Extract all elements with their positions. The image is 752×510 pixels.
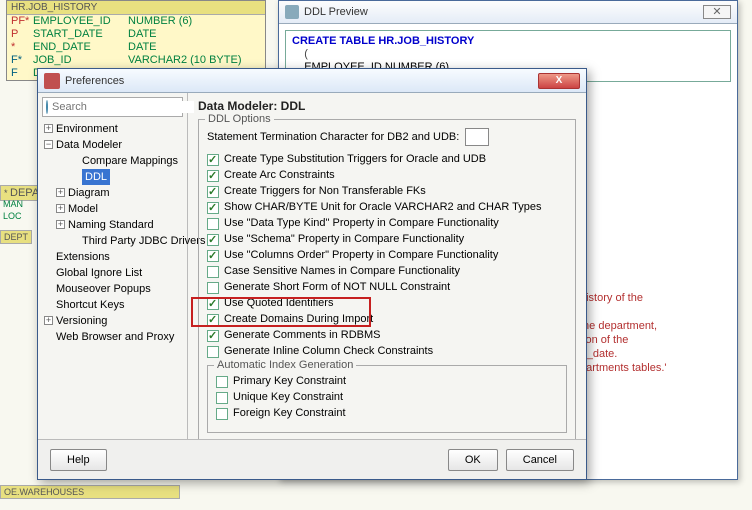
checkbox[interactable] [207,346,219,358]
checkbox-label: Generate Short Form of NOT NULL Constrai… [224,280,450,295]
ddl-option-0[interactable]: Create Type Substitution Triggers for Or… [207,152,567,167]
preferences-dialog: Preferences X +Environment −Data Modeler… [37,68,587,480]
side-warehouses: OE.WAREHOUSES [0,485,180,499]
search-icon [46,100,48,114]
checkbox[interactable] [207,298,219,310]
checkbox[interactable] [207,314,219,326]
checkbox-label: Foreign Key Constraint [233,406,346,421]
tree-jdbc[interactable]: Third Party JDBC Drivers [42,233,183,249]
tree-ddl[interactable]: DDL [42,169,183,185]
collapse-icon[interactable]: − [44,140,53,149]
side-dept: DEPT [0,230,32,244]
checkbox[interactable] [216,408,228,420]
close-button[interactable]: X [538,73,580,89]
preferences-footer: Help OK Cancel [38,439,586,479]
checkbox[interactable] [207,330,219,342]
ddl-option-3[interactable]: Show CHAR/BYTE Unit for Oracle VARCHAR2 … [207,200,567,215]
ddl-window-title: DDL Preview [304,6,368,18]
auto-option-0[interactable]: Primary Key Constraint [216,374,558,389]
ddl-title-bar[interactable]: DDL Preview ✕ [279,1,737,24]
auto-index-legend: Automatic Index Generation [214,359,356,371]
tree-versioning[interactable]: +Versioning [42,313,183,329]
ddl-option-7[interactable]: Case Sensitive Names in Compare Function… [207,264,567,279]
close-icon[interactable]: ✕ [703,5,731,19]
checkbox-label: Generate Comments in RDBMS [224,328,381,343]
tree-extensions[interactable]: Extensions [42,249,183,265]
checkbox[interactable] [216,376,228,388]
tree-web[interactable]: Web Browser and Proxy [42,329,183,345]
checkbox[interactable] [207,170,219,182]
checkbox[interactable] [207,234,219,246]
preferences-title-bar[interactable]: Preferences X [38,69,586,93]
ddl-option-10[interactable]: Create Domains During Import [207,312,567,327]
cancel-button[interactable]: Cancel [506,449,574,471]
search-box[interactable] [42,97,183,117]
auto-index-group: Automatic Index Generation Primary Key C… [207,365,567,433]
checkbox-label: Create Domains During Import [224,312,373,327]
checkbox-label: Use "Schema" Property in Compare Functio… [224,232,464,247]
checkbox-label: Create Arc Constraints [224,168,335,183]
help-button[interactable]: Help [50,449,107,471]
checkbox-label: Use Quoted Identifiers [224,296,333,311]
stmt-term-input[interactable] [465,128,489,146]
tree-mouseover[interactable]: Mouseover Popups [42,281,183,297]
ddl-option-6[interactable]: Use "Columns Order" Property in Compare … [207,248,567,263]
checkbox[interactable] [207,250,219,262]
checkbox-label: Create Triggers for Non Transferable FKs [224,184,426,199]
tree-data-modeler[interactable]: −Data Modeler [42,137,183,153]
preferences-tree-panel: +Environment −Data Modeler Compare Mappi… [38,93,188,439]
checkbox-label: Case Sensitive Names in Compare Function… [224,264,460,279]
checkbox-label: Primary Key Constraint [233,374,346,389]
auto-option-1[interactable]: Unique Key Constraint [216,390,558,405]
search-input[interactable] [52,101,194,113]
checkbox[interactable] [216,392,228,404]
checkbox-label: Unique Key Constraint [233,390,343,405]
page-title: Data Modeler: DDL [198,99,576,113]
preferences-title: Preferences [65,75,124,87]
tree-global-ignore[interactable]: Global Ignore List [42,265,183,281]
checkbox-label: Use "Columns Order" Property in Compare … [224,248,498,263]
checkbox[interactable] [207,266,219,278]
ok-button[interactable]: OK [448,449,498,471]
ddl-option-1[interactable]: Create Arc Constraints [207,168,567,183]
tree-diagram[interactable]: +Diagram [42,185,183,201]
checkbox-label: Generate Inline Column Check Constraints [224,344,433,359]
checkbox[interactable] [207,186,219,198]
bg-table-title: HR.JOB_HISTORY [7,1,265,15]
checkbox[interactable] [207,202,219,214]
expand-icon[interactable]: + [44,124,53,133]
checkbox[interactable] [207,218,219,230]
preferences-tree[interactable]: +Environment −Data Modeler Compare Mappi… [42,121,183,345]
expand-icon[interactable]: + [44,316,53,325]
ddl-option-8[interactable]: Generate Short Form of NOT NULL Constrai… [207,280,567,295]
ddl-icon [285,5,299,19]
ddl-options-legend: DDL Options [205,113,274,125]
checkbox[interactable] [207,154,219,166]
ddl-comment-overflow: history of the the department, tion of t… [580,291,725,375]
ddl-option-4[interactable]: Use "Data Type Kind" Property in Compare… [207,216,567,231]
tree-naming-std[interactable]: +Naming Standard [42,217,183,233]
tree-compare-mappings[interactable]: Compare Mappings [42,153,183,169]
preferences-content: Data Modeler: DDL DDL Options Statement … [188,93,586,439]
preferences-icon [44,73,60,89]
ddl-options-group: DDL Options Statement Termination Charac… [198,119,576,439]
expand-icon[interactable]: + [56,204,65,213]
checkbox-label: Create Type Substitution Triggers for Or… [224,152,486,167]
expand-icon[interactable]: + [56,188,65,197]
stmt-term-label: Statement Termination Character for DB2 … [207,131,459,143]
ddl-option-9[interactable]: Use Quoted Identifiers [207,296,567,311]
ddl-option-2[interactable]: Create Triggers for Non Transferable FKs [207,184,567,199]
ddl-option-5[interactable]: Use "Schema" Property in Compare Functio… [207,232,567,247]
tree-model[interactable]: +Model [42,201,183,217]
auto-option-2[interactable]: Foreign Key Constraint [216,406,558,421]
checkbox-label: Show CHAR/BYTE Unit for Oracle VARCHAR2 … [224,200,541,215]
tree-environment[interactable]: +Environment [42,121,183,137]
checkbox[interactable] [207,282,219,294]
expand-icon[interactable]: + [56,220,65,229]
ddl-option-11[interactable]: Generate Comments in RDBMS [207,328,567,343]
tree-shortcut[interactable]: Shortcut Keys [42,297,183,313]
ddl-option-12[interactable]: Generate Inline Column Check Constraints [207,344,567,359]
checkbox-label: Use "Data Type Kind" Property in Compare… [224,216,499,231]
